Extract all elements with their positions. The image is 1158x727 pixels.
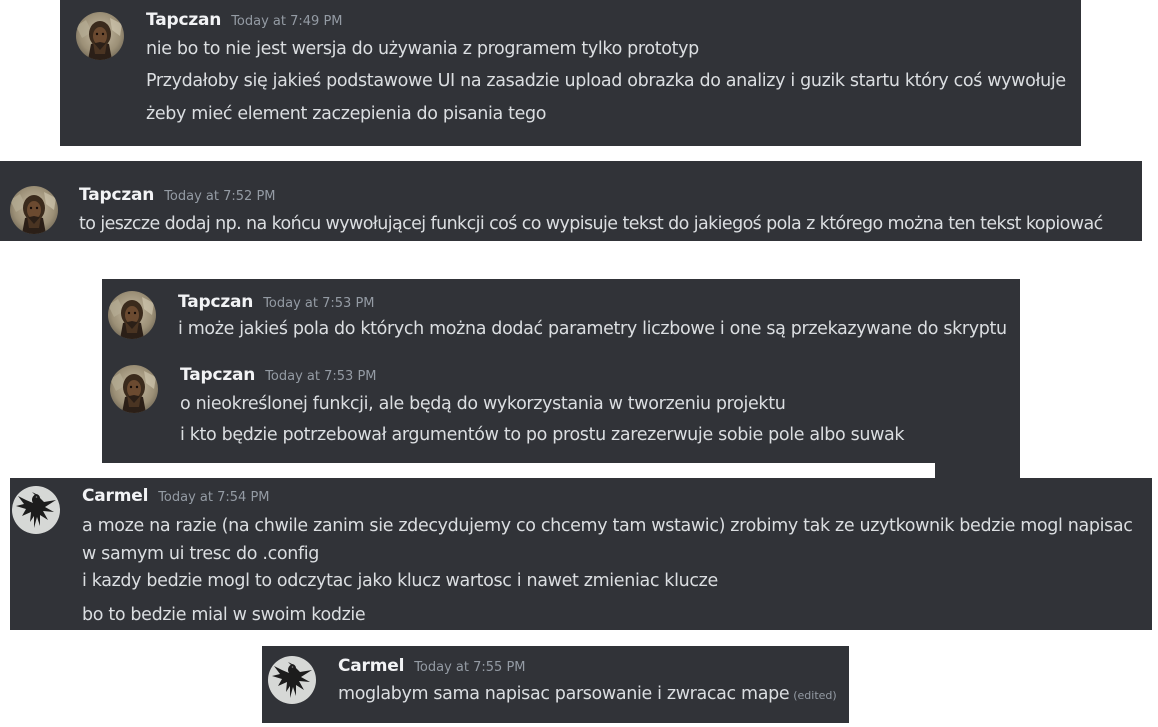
- message-container: Tapczan Today at 7:49 PM nie bo to nie j…: [60, 0, 1081, 146]
- username[interactable]: Tapczan: [180, 365, 255, 385]
- message-text-content: moglabym sama napisac parsowanie i zwrac…: [338, 684, 790, 704]
- tapczan-avatar-icon[interactable]: [110, 365, 158, 413]
- username[interactable]: Carmel: [338, 656, 404, 676]
- timestamp[interactable]: Today at 7:53 PM: [263, 296, 374, 311]
- message-text: bo to bedzie mial w swoim kodzie: [82, 605, 366, 625]
- message-text: i kto będzie potrzebował argumentów to p…: [180, 425, 905, 445]
- message-text: Przydałoby się jakieś podstawowe UI na z…: [146, 71, 1066, 91]
- carmel-crow-avatar-icon[interactable]: [12, 486, 60, 534]
- divider: [102, 463, 935, 478]
- message-text: i może jakieś pola do których można doda…: [178, 319, 1007, 339]
- message-text: nie bo to nie jest wersja do używania z …: [146, 39, 699, 59]
- message-text: moglabym sama napisac parsowanie i zwrac…: [338, 682, 837, 708]
- message-container: Carmel Today at 7:55 PM moglabym sama na…: [262, 646, 849, 723]
- message-text: żeby mieć element zaczepienia do pisania…: [146, 104, 547, 124]
- username[interactable]: Tapczan: [178, 292, 253, 312]
- message-text: i kazdy bedzie mogl to odczytac jako klu…: [82, 571, 718, 591]
- message-container: Carmel Today at 7:54 PM a moze na razie …: [10, 478, 1152, 630]
- message-text: a moze na razie (na chwile zanim sie zde…: [82, 516, 1133, 564]
- timestamp[interactable]: Today at 7:52 PM: [164, 189, 275, 204]
- tapczan-avatar-icon[interactable]: [108, 291, 156, 339]
- username[interactable]: Tapczan: [146, 10, 221, 30]
- username[interactable]: Carmel: [82, 486, 148, 506]
- username[interactable]: Tapczan: [79, 185, 154, 205]
- message-text: o nieokreślonej funkcji, ale będą do wyk…: [180, 394, 786, 414]
- timestamp[interactable]: Today at 7:49 PM: [231, 14, 342, 29]
- message-container: Tapczan Today at 7:53 PM i może jakieś p…: [102, 279, 1020, 352]
- timestamp[interactable]: Today at 7:55 PM: [414, 660, 525, 675]
- message-text: to jeszcze dodaj np. na końcu wywołujące…: [79, 214, 1103, 234]
- tapczan-avatar-icon[interactable]: [10, 186, 58, 234]
- carmel-crow-avatar-icon[interactable]: [268, 656, 316, 704]
- message-container: Tapczan Today at 7:52 PM to jeszcze doda…: [0, 161, 1142, 241]
- timestamp[interactable]: Today at 7:54 PM: [158, 490, 269, 505]
- timestamp[interactable]: Today at 7:53 PM: [265, 369, 376, 384]
- tapczan-avatar-icon[interactable]: [76, 12, 124, 60]
- edited-label[interactable]: (edited): [793, 689, 836, 702]
- message-container: Tapczan Today at 7:53 PM o nieokreślonej…: [104, 352, 935, 463]
